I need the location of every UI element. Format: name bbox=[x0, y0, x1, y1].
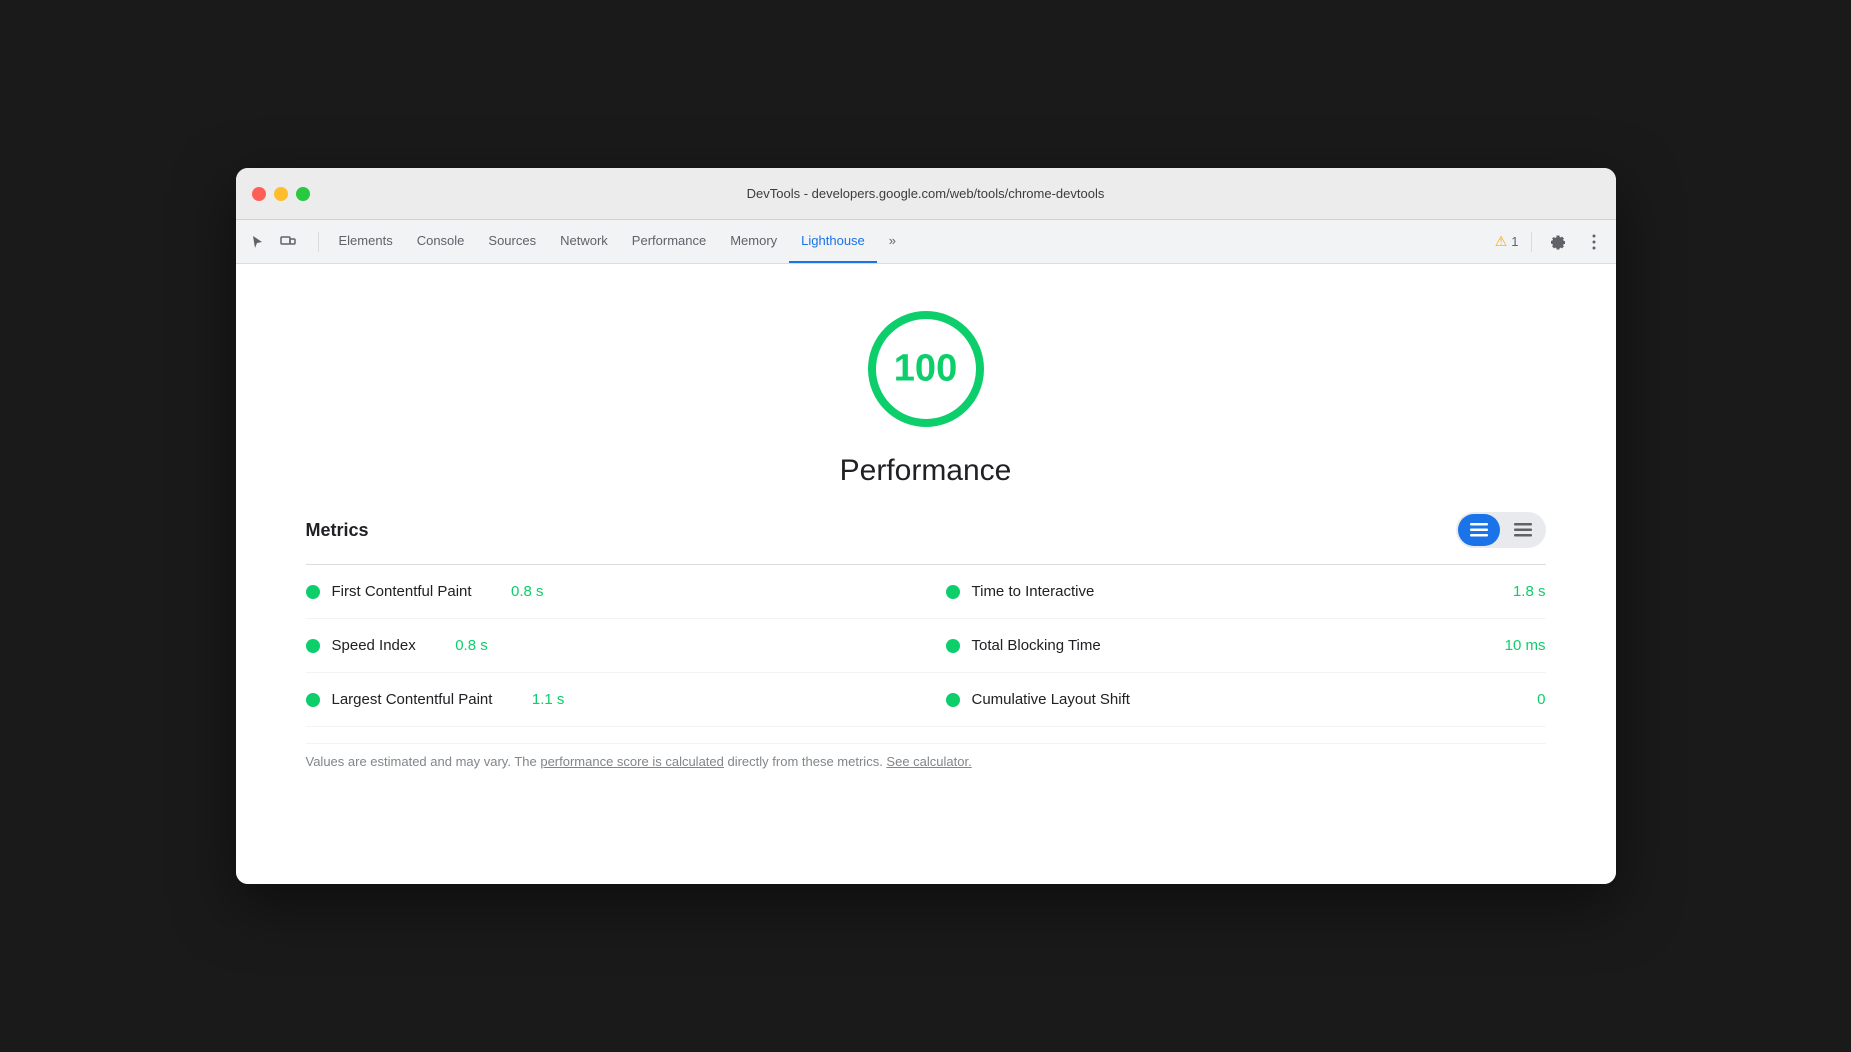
metric-left-1: First Contentful Paint 0.8 s bbox=[306, 583, 906, 600]
metric-value-tbt: 10 ms bbox=[1486, 637, 1546, 654]
warning-icon: ⚠ bbox=[1495, 233, 1508, 250]
warning-badge[interactable]: ⚠ 1 bbox=[1495, 233, 1519, 250]
maximize-button[interactable] bbox=[296, 187, 310, 201]
toolbar-divider-2 bbox=[1531, 232, 1532, 252]
bar-view-button[interactable] bbox=[1458, 514, 1500, 546]
metric-dot-cls bbox=[946, 693, 960, 707]
metric-value-si: 0.8 s bbox=[428, 637, 488, 654]
metric-right-3: Cumulative Layout Shift 0 bbox=[906, 691, 1546, 708]
devtools-content: 100 Performance Metrics bbox=[236, 264, 1616, 884]
more-options-button[interactable] bbox=[1580, 228, 1608, 256]
metrics-footer: Values are estimated and may vary. The p… bbox=[306, 743, 1546, 780]
traffic-lights bbox=[252, 187, 310, 201]
tab-performance[interactable]: Performance bbox=[620, 220, 718, 263]
metric-name-tti: Time to Interactive bbox=[972, 583, 1095, 600]
score-label: Performance bbox=[840, 454, 1012, 488]
toolbar-divider-1 bbox=[318, 232, 319, 252]
settings-button[interactable] bbox=[1544, 228, 1572, 256]
metric-row-2: Speed Index 0.8 s Total Blocking Time 10… bbox=[306, 619, 1546, 673]
metrics-header: Metrics bbox=[306, 512, 1546, 548]
tab-lighthouse[interactable]: Lighthouse bbox=[789, 220, 877, 263]
metric-row-3: Largest Contentful Paint 1.1 s Cumulativ… bbox=[306, 673, 1546, 727]
toolbar-icons bbox=[244, 228, 302, 256]
tab-more[interactable]: » bbox=[877, 220, 908, 263]
tab-console[interactable]: Console bbox=[405, 220, 477, 263]
metric-name-tbt: Total Blocking Time bbox=[972, 637, 1101, 654]
metric-name-fcp: First Contentful Paint bbox=[332, 583, 472, 600]
devtools-tabs: Elements Console Sources Network Perform… bbox=[327, 220, 1491, 263]
metric-right-1: Time to Interactive 1.8 s bbox=[906, 583, 1546, 600]
metric-name-si: Speed Index bbox=[332, 637, 416, 654]
metric-name-lcp: Largest Contentful Paint bbox=[332, 691, 493, 708]
devtools-toolbar: Elements Console Sources Network Perform… bbox=[236, 220, 1616, 264]
metric-left-2: Speed Index 0.8 s bbox=[306, 637, 906, 654]
close-button[interactable] bbox=[252, 187, 266, 201]
metric-dot-lcp bbox=[306, 693, 320, 707]
metric-left-3: Largest Contentful Paint 1.1 s bbox=[306, 691, 906, 708]
metric-dot-tbt bbox=[946, 639, 960, 653]
cursor-icon-button[interactable] bbox=[244, 228, 272, 256]
calculator-link[interactable]: See calculator. bbox=[886, 754, 971, 769]
metric-row-1: First Contentful Paint 0.8 s Time to Int… bbox=[306, 565, 1546, 619]
browser-window: DevTools - developers.google.com/web/too… bbox=[236, 168, 1616, 884]
metrics-title: Metrics bbox=[306, 520, 369, 541]
window-title: DevTools - developers.google.com/web/too… bbox=[747, 186, 1105, 201]
tab-network[interactable]: Network bbox=[548, 220, 620, 263]
metric-value-fcp: 0.8 s bbox=[484, 583, 544, 600]
view-toggle bbox=[1456, 512, 1546, 548]
list-view-button[interactable] bbox=[1502, 514, 1544, 546]
metric-value-cls: 0 bbox=[1486, 691, 1546, 708]
metrics-grid: First Contentful Paint 0.8 s Time to Int… bbox=[306, 565, 1546, 727]
score-circle: 100 bbox=[861, 304, 991, 434]
metric-dot-si bbox=[306, 639, 320, 653]
metric-dot-fcp bbox=[306, 585, 320, 599]
metric-right-2: Total Blocking Time 10 ms bbox=[906, 637, 1546, 654]
tab-sources[interactable]: Sources bbox=[476, 220, 548, 263]
title-bar: DevTools - developers.google.com/web/too… bbox=[236, 168, 1616, 220]
device-toggle-button[interactable] bbox=[274, 228, 302, 256]
metric-dot-tti bbox=[946, 585, 960, 599]
metric-name-cls: Cumulative Layout Shift bbox=[972, 691, 1130, 708]
toolbar-right: ⚠ 1 bbox=[1495, 228, 1608, 256]
tab-memory[interactable]: Memory bbox=[718, 220, 789, 263]
score-container: 100 Performance bbox=[840, 304, 1012, 488]
metric-value-tti: 1.8 s bbox=[1486, 583, 1546, 600]
score-value: 100 bbox=[894, 348, 957, 391]
tab-elements[interactable]: Elements bbox=[327, 220, 405, 263]
metrics-section: Metrics bbox=[306, 512, 1546, 780]
metric-value-lcp: 1.1 s bbox=[504, 691, 564, 708]
performance-score-link[interactable]: performance score is calculated bbox=[540, 754, 724, 769]
minimize-button[interactable] bbox=[274, 187, 288, 201]
